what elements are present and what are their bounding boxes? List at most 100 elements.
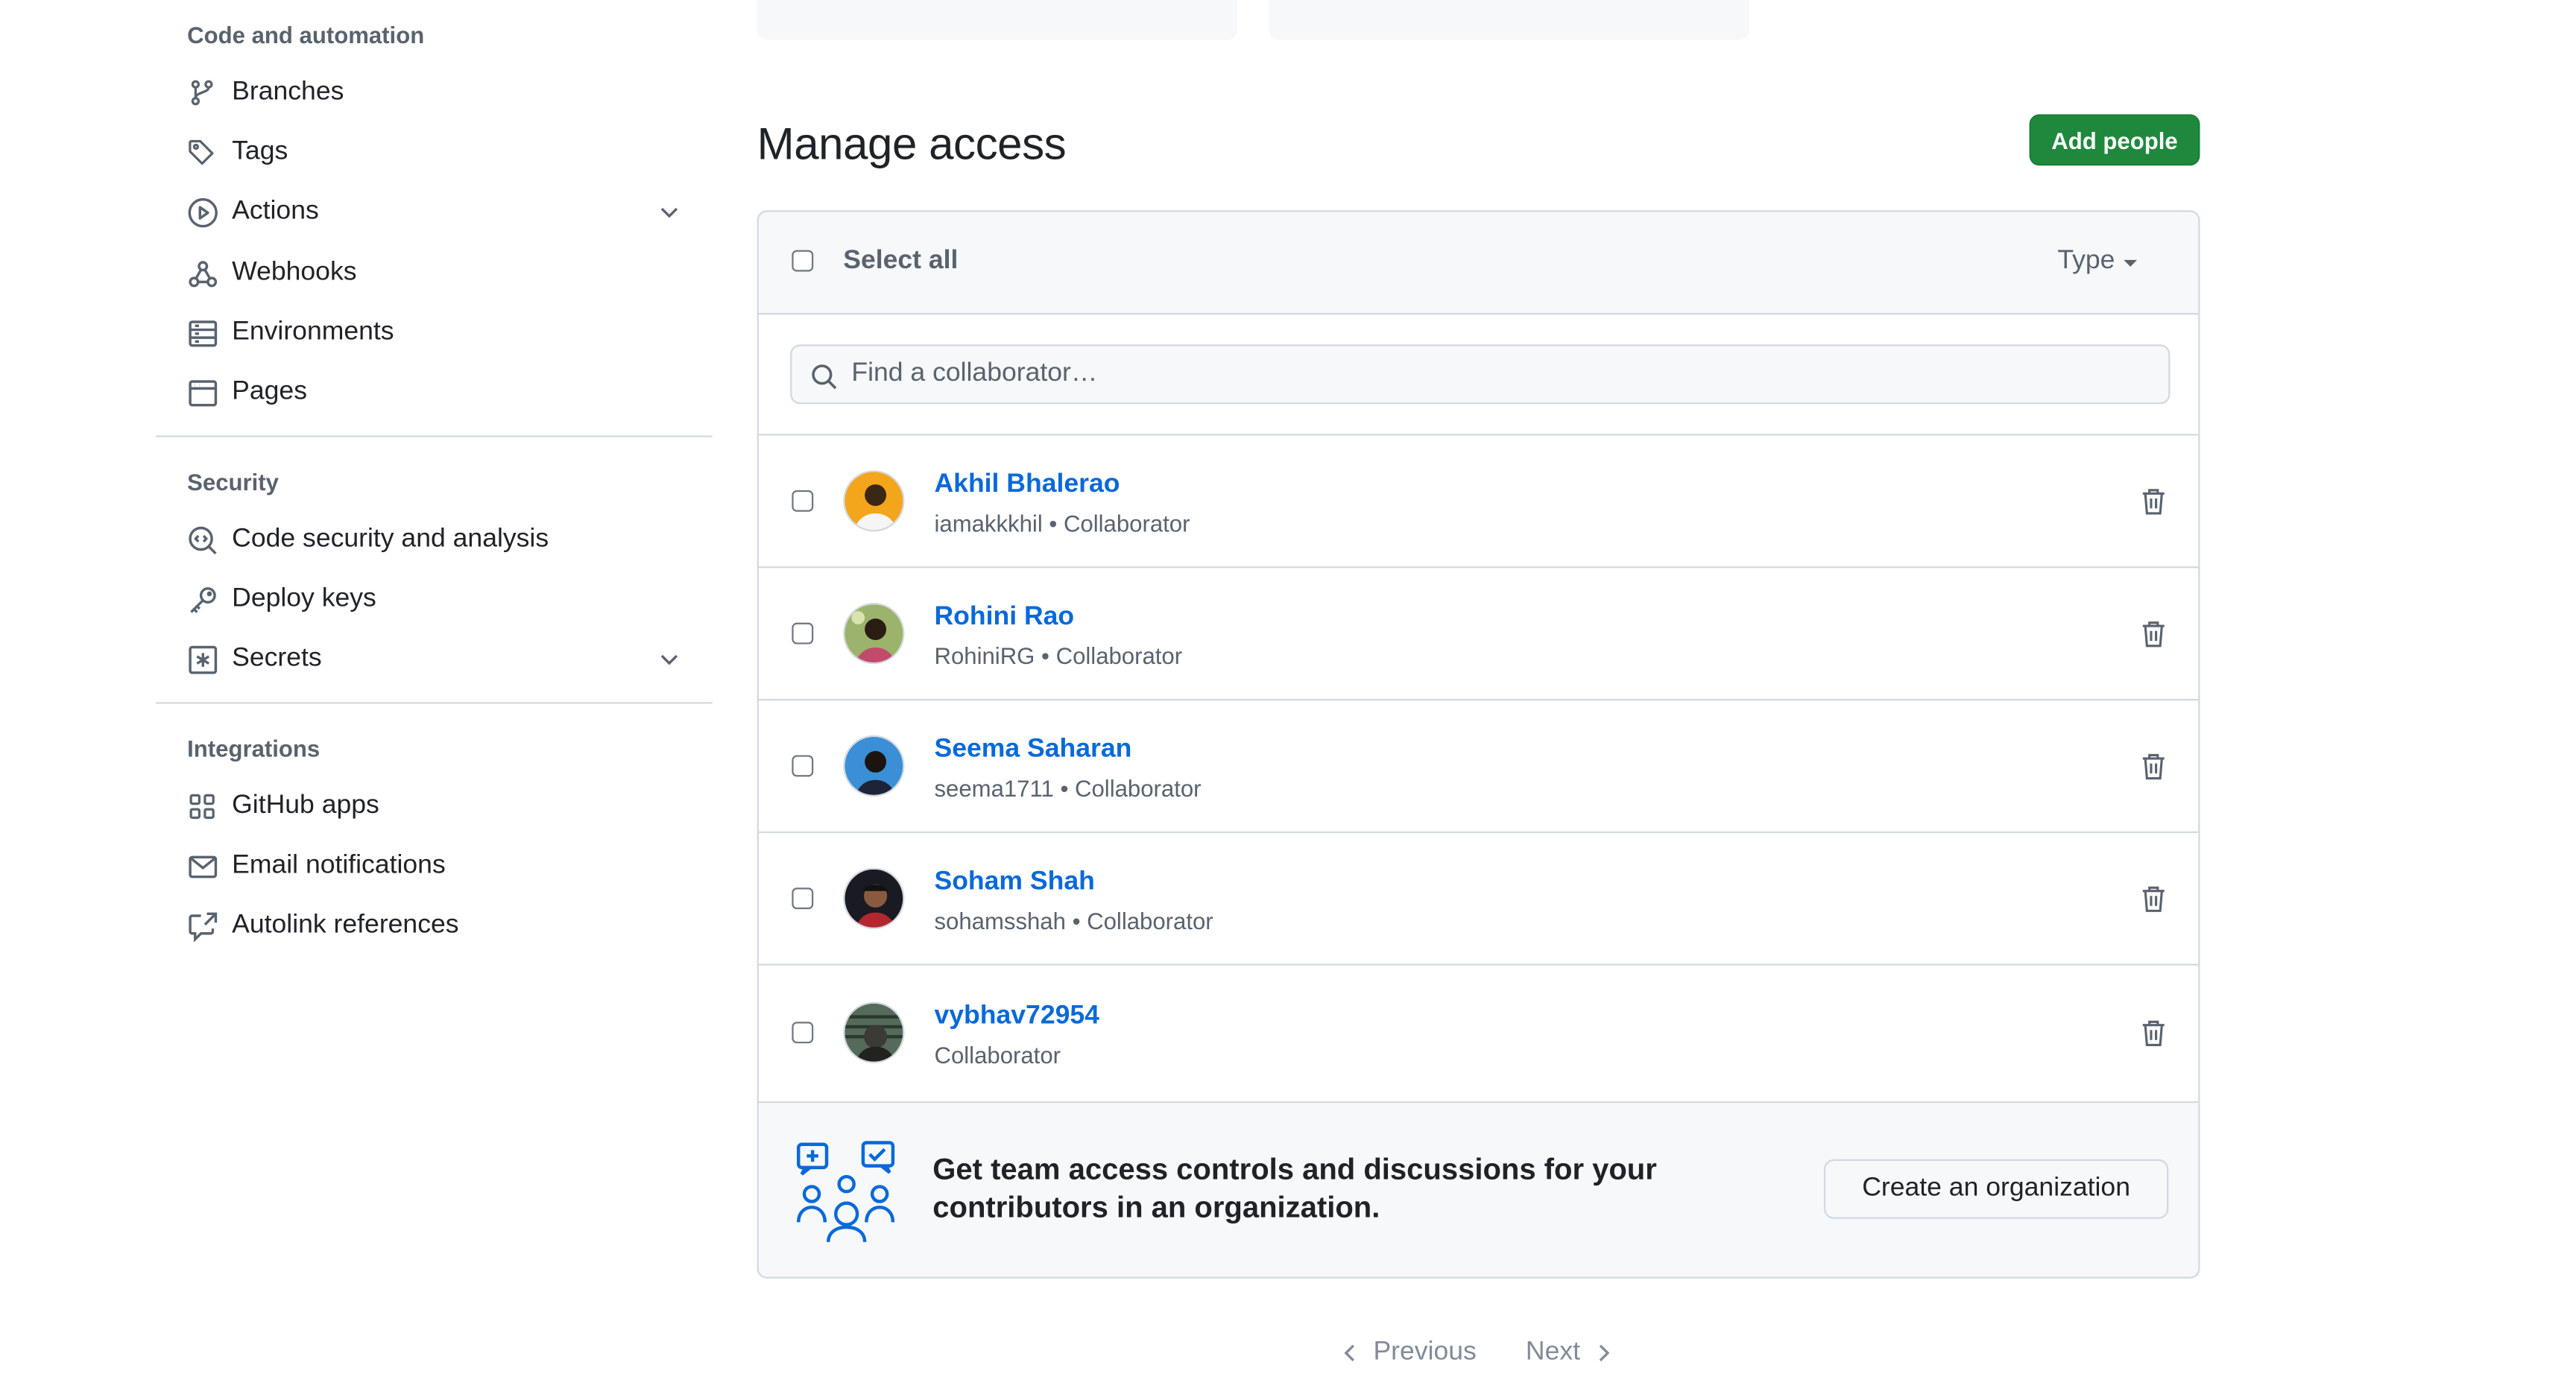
collaborator-meta: seema1711 • Collaborator (934, 775, 1201, 802)
sidebar-item-secrets[interactable]: Secrets (186, 634, 683, 684)
sidebar-item-actions[interactable]: Actions (186, 187, 683, 237)
avatar (843, 1001, 905, 1063)
sidebar-item-webhooks[interactable]: Webhooks (186, 248, 683, 298)
row-checkbox[interactable] (792, 1022, 814, 1044)
sidebar-item-tags[interactable]: Tags (186, 127, 683, 177)
table-row: Soham Shah sohamsshah • Collaborator (758, 833, 2199, 966)
sidebar-divider (155, 702, 713, 704)
sidebar-item-label: Environments (232, 317, 394, 346)
team-discussion-icon (795, 1139, 898, 1242)
sidebar-item-code-security[interactable]: Code security and analysis (186, 515, 683, 565)
collaborator-name[interactable]: Rohini Rao (934, 603, 1074, 633)
collaborator-name[interactable]: Soham Shah (934, 868, 1094, 898)
search-box[interactable] (790, 344, 2171, 405)
sidebar-heading-security: Security (187, 468, 279, 496)
table-row: Akhil Bhalerao iamakkkhil • Collaborator (758, 436, 2199, 569)
trash-icon[interactable] (2140, 752, 2167, 782)
collaborator-username: iamakkkhil (934, 510, 1043, 537)
avatar (843, 867, 905, 929)
select-all-label[interactable]: Select all (843, 247, 958, 276)
separator: • (1041, 642, 1049, 669)
separator: • (1049, 510, 1058, 537)
sidebar-item-label: Secrets (232, 644, 322, 673)
sidebar-item-label: GitHub apps (232, 791, 379, 820)
sidebar-item-email-notifications[interactable]: Email notifications (186, 841, 683, 891)
collaborator-username: seema1711 (934, 775, 1054, 802)
key-icon (186, 583, 218, 615)
sidebar-item-branches[interactable]: Branches (186, 68, 683, 118)
trash-icon[interactable] (2140, 884, 2167, 914)
select-all-checkbox[interactable] (792, 250, 814, 272)
tag-icon (186, 136, 218, 168)
sidebar-item-label: Autolink references (232, 911, 459, 940)
table-row: Seema Saharan seema1711 • Collaborator (758, 700, 2199, 833)
type-filter-label: Type (2057, 247, 2115, 275)
chevron-down-icon[interactable] (656, 646, 683, 673)
sidebar-item-label: Actions (232, 197, 319, 226)
chevron-left-icon (1342, 1343, 1358, 1363)
sidebar-item-pages[interactable]: Pages (186, 367, 683, 417)
pagination-previous[interactable]: Previous (1342, 1338, 1477, 1368)
sidebar-item-label: Tags (232, 137, 288, 166)
pagination-next[interactable]: Next (1526, 1338, 1611, 1368)
collaborator-name[interactable]: Seema Saharan (934, 735, 1131, 765)
separator: • (1072, 907, 1081, 934)
avatar (843, 602, 905, 665)
sidebar-item-label: Email notifications (232, 851, 446, 880)
sidebar-divider (155, 435, 713, 437)
add-people-button[interactable]: Add people (2029, 114, 2200, 166)
collaborator-meta: Collaborator (934, 1042, 1061, 1069)
collaborator-role: Collaborator (1055, 642, 1183, 669)
pagination-next-label: Next (1525, 1338, 1581, 1367)
create-organization-button[interactable]: Create an organization (1823, 1159, 2169, 1219)
browser-icon (186, 376, 218, 409)
caret-down-icon (2123, 259, 2137, 267)
organization-promo: Get team access controls and discussions… (758, 1103, 2199, 1277)
server-icon (186, 316, 218, 349)
avatar (843, 735, 905, 797)
row-checkbox[interactable] (792, 887, 814, 910)
search-input[interactable] (851, 346, 2144, 403)
sidebar-item-label: Branches (232, 77, 344, 107)
pagination-previous-label: Previous (1373, 1338, 1477, 1367)
git-branch-icon (186, 76, 218, 109)
row-checkbox[interactable] (792, 622, 814, 645)
separator: • (1060, 775, 1069, 802)
chevron-right-icon (1595, 1343, 1611, 1363)
table-row: Rohini Rao RohiniRG • Collaborator (758, 568, 2199, 701)
avatar (843, 470, 905, 532)
trash-icon[interactable] (2140, 1019, 2167, 1048)
trash-icon[interactable] (2140, 619, 2167, 649)
sidebar-item-autolink-references[interactable]: Autolink references (186, 901, 683, 951)
type-filter-dropdown[interactable]: Type (2057, 247, 2137, 276)
sidebar-item-label: Code security and analysis (232, 525, 549, 554)
search-icon (810, 363, 839, 391)
sidebar-heading-code-automation: Code and automation (187, 21, 425, 48)
table-row: vybhav72954 Collaborator (758, 967, 2199, 1104)
row-checkbox[interactable] (792, 755, 814, 777)
sidebar-item-github-apps[interactable]: GitHub apps (186, 782, 683, 832)
collaborator-name[interactable]: Akhil Bhalerao (934, 470, 1120, 500)
cross-reference-icon (186, 909, 218, 942)
collaborator-username: RohiniRG (934, 642, 1035, 669)
search-row (758, 314, 2199, 436)
sidebar-item-environments[interactable]: Environments (186, 308, 683, 358)
collaborator-name[interactable]: vybhav72954 (934, 1002, 1099, 1032)
sidebar-item-deploy-keys[interactable]: Deploy keys (186, 575, 683, 624)
key-asterisk-icon (186, 642, 218, 675)
sidebar-item-label: Webhooks (232, 258, 357, 287)
chevron-down-icon[interactable] (656, 199, 683, 226)
trash-icon[interactable] (2140, 487, 2167, 516)
collaborator-username: sohamsshah (934, 907, 1066, 934)
sidebar-item-label: Deploy keys (232, 584, 376, 613)
collaborator-role: Collaborator (1075, 775, 1202, 802)
panel-header: Select all Type (758, 212, 2199, 315)
webhook-icon (186, 256, 218, 289)
page-title: Manage access (757, 119, 1067, 169)
row-checkbox[interactable] (792, 490, 814, 512)
collaborator-meta: iamakkkhil • Collaborator (934, 510, 1190, 537)
sidebar-item-label: Pages (232, 377, 307, 406)
top-card-left (757, 0, 1238, 40)
apps-icon (186, 790, 218, 823)
collaborator-role: Collaborator (1087, 907, 1213, 934)
